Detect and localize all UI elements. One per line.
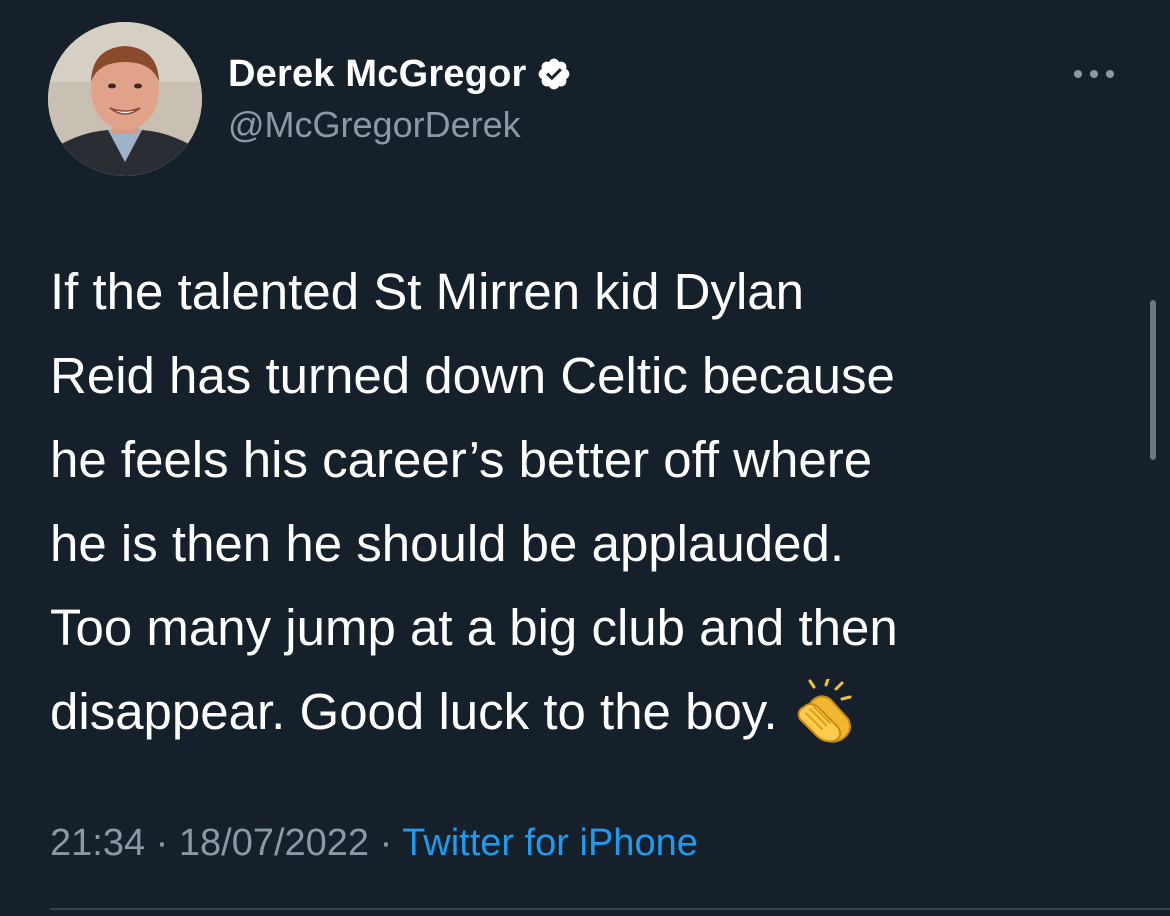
more-options-icon[interactable]: [1068, 60, 1120, 88]
author-avatar[interactable]: [48, 22, 202, 176]
meta-separator: ·: [369, 822, 403, 864]
avatar-photo-icon: [48, 22, 202, 176]
clapping-hands-icon: [797, 678, 852, 743]
author-name-row: Derek McGregor: [228, 50, 572, 98]
tweet-meta: 21:34 · 18/07/2022 · Twitter for iPhone: [50, 822, 698, 865]
tweet-date[interactable]: 18/07/2022: [179, 822, 369, 864]
tweet-text: If the talented St Mirren kid Dylan Reid…: [50, 250, 1140, 754]
verified-badge-icon: [539, 58, 570, 90]
divider: [50, 908, 1170, 910]
tweet-source-link[interactable]: Twitter for iPhone: [402, 822, 698, 864]
author-info: Derek McGregor @McGregorDerek: [228, 50, 572, 146]
tweet-time[interactable]: 21:34: [50, 822, 145, 864]
tweet-text-content: If the talented St Mirren kid Dylan Reid…: [50, 263, 898, 740]
author-handle[interactable]: @McGregorDerek: [228, 104, 572, 146]
author-display-name[interactable]: Derek McGregor: [228, 53, 526, 96]
meta-separator: ·: [145, 822, 179, 864]
scrollbar[interactable]: [1150, 300, 1156, 460]
tweet: Derek McGregor @McGregorDerek If the tal…: [0, 0, 1170, 916]
